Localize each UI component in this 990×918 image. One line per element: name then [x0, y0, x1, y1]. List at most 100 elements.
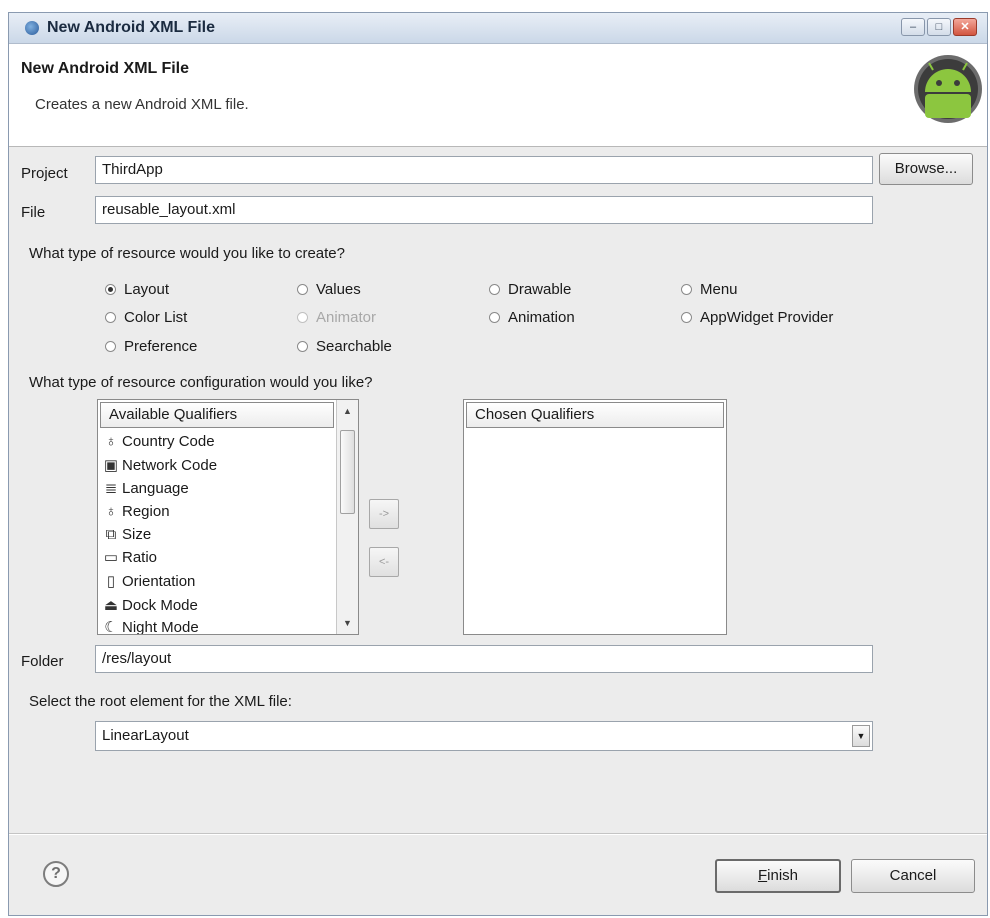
resource-type-question: What type of resource would you like to … [29, 245, 345, 262]
radio-icon [681, 284, 692, 295]
list-item[interactable]: ⏏ Dock Mode [102, 594, 198, 618]
finish-label: inish [767, 867, 799, 884]
folder-field[interactable]: /res/layout [95, 645, 873, 673]
android-logo-icon [914, 55, 982, 123]
radio-label: Color List [124, 309, 188, 326]
qualifiers-scrollbar[interactable]: ▲ ▼ [336, 400, 358, 634]
finish-button[interactable]: Finish [715, 859, 841, 893]
chosen-qualifiers-header[interactable]: Chosen Qualifiers [466, 402, 724, 428]
radio-animation[interactable]: Animation [489, 309, 575, 326]
orientation-icon: ▯ [106, 573, 116, 590]
chevron-down-icon[interactable]: ▼ [852, 725, 870, 747]
list-item[interactable]: ▣ Network Code [102, 454, 217, 478]
radio-label: Menu [700, 281, 738, 298]
radio-label: Layout [124, 281, 170, 298]
maximize-button[interactable]: □ [927, 18, 951, 36]
list-item[interactable]: ♁ Region [102, 500, 170, 524]
chosen-qualifiers-list[interactable]: Chosen Qualifiers [463, 399, 727, 635]
available-qualifiers-list[interactable]: Available Qualifiers ♁ Country Code ▣ Netw… [97, 399, 359, 635]
file-label: File [21, 204, 46, 221]
window-title: New Android XML File [47, 19, 216, 36]
maximize-icon: □ [935, 21, 943, 33]
qualifier-label: Orientation [122, 573, 196, 590]
radio-label: Animation [508, 309, 575, 326]
file-field[interactable]: reusable_layout.xml [95, 196, 873, 224]
new-android-xml-dialog: New Android XML File – □ ✕ New Android X… [8, 12, 988, 916]
list-item[interactable]: ≣ Language [102, 477, 189, 501]
footer-separator [9, 833, 987, 835]
radio-label: Searchable [316, 338, 392, 355]
globe-icon: ♁ [105, 433, 117, 450]
list-item[interactable]: ▭ Ratio [102, 546, 157, 570]
radio-icon [489, 312, 500, 323]
qualifier-label: Country Code [122, 433, 215, 450]
project-field[interactable]: ThirdApp [95, 156, 873, 184]
available-qualifiers-header[interactable]: Available Qualifiers [100, 402, 334, 428]
radio-drawable[interactable]: Drawable [489, 281, 571, 298]
scroll-up-icon[interactable]: ▲ [337, 402, 358, 420]
size-icon: ⧉ [105, 526, 117, 543]
radio-menu[interactable]: Menu [681, 281, 738, 298]
scroll-down-icon[interactable]: ▼ [337, 614, 358, 632]
radio-icon [297, 341, 308, 352]
close-icon: ✕ [960, 21, 970, 33]
radio-searchable[interactable]: Searchable [297, 338, 392, 355]
qualifier-label: Ratio [122, 549, 158, 566]
radio-layout[interactable]: Layout [105, 281, 169, 298]
radio-color-list[interactable]: Color List [105, 309, 187, 326]
radio-icon [105, 341, 116, 352]
radio-values[interactable]: Values [297, 281, 361, 298]
radio-label: Preference [124, 338, 198, 355]
minimize-button[interactable]: – [901, 18, 925, 36]
minimize-icon: – [909, 21, 917, 33]
radio-preference[interactable]: Preference [105, 338, 197, 355]
radio-icon [297, 312, 308, 323]
project-label: Project [21, 165, 68, 182]
wizard-header: New Android XML File Creates a new Andro… [9, 44, 987, 147]
night-icon: ☾ [104, 619, 118, 635]
folder-label: Folder [21, 653, 64, 670]
radio-icon [105, 312, 116, 323]
finish-mnemonic: F [757, 867, 768, 884]
list-item[interactable]: ☾ Night Mode [102, 616, 199, 635]
radio-label: AppWidget Provider [700, 309, 834, 326]
qualifier-label: Network Code [122, 457, 218, 474]
ratio-icon: ▭ [103, 549, 119, 566]
cancel-button[interactable]: Cancel [851, 859, 975, 893]
list-item[interactable]: ▯ Orientation [102, 570, 196, 594]
root-element-value: LinearLayout [102, 727, 189, 744]
root-element-question: Select the root element for the XML file… [29, 693, 292, 710]
qualifier-label: Night Mode [122, 619, 199, 635]
language-icon: ≣ [104, 480, 118, 497]
radio-icon [681, 312, 692, 323]
remove-qualifier-button[interactable]: <- [369, 547, 399, 577]
qualifier-label: Size [122, 526, 152, 543]
close-button[interactable]: ✕ [953, 18, 977, 36]
root-element-select[interactable]: LinearLayout ▼ [95, 721, 873, 751]
qualifier-label: Dock Mode [122, 597, 198, 614]
eclipse-icon [25, 21, 39, 35]
browse-button[interactable]: Browse... [879, 153, 973, 185]
page-title: New Android XML File [21, 60, 190, 77]
radio-label: Animator [316, 309, 377, 326]
radio-label: Values [316, 281, 361, 298]
title-bar[interactable]: New Android XML File – □ ✕ [9, 13, 987, 44]
qualifier-label: Language [122, 480, 189, 497]
radio-animator: Animator [297, 309, 376, 326]
list-item[interactable]: ♁ Country Code [102, 430, 215, 454]
qualifier-label: Region [122, 503, 170, 520]
scroll-thumb[interactable] [340, 430, 355, 514]
add-qualifier-button[interactable]: -> [369, 499, 399, 529]
radio-appwidget-provider[interactable]: AppWidget Provider [681, 309, 833, 326]
radio-label: Drawable [508, 281, 572, 298]
help-icon[interactable]: ? [43, 861, 69, 887]
list-item[interactable]: ⧉ Size [102, 523, 152, 547]
globe-icon: ♁ [105, 503, 117, 520]
page-description: Creates a new Android XML file. [35, 96, 249, 113]
radio-icon [297, 284, 308, 295]
radio-selected-icon [105, 284, 116, 295]
radio-icon [489, 284, 500, 295]
dock-icon: ⏏ [103, 597, 119, 614]
network-icon: ▣ [103, 457, 119, 474]
config-question: What type of resource configuration woul… [29, 374, 373, 391]
